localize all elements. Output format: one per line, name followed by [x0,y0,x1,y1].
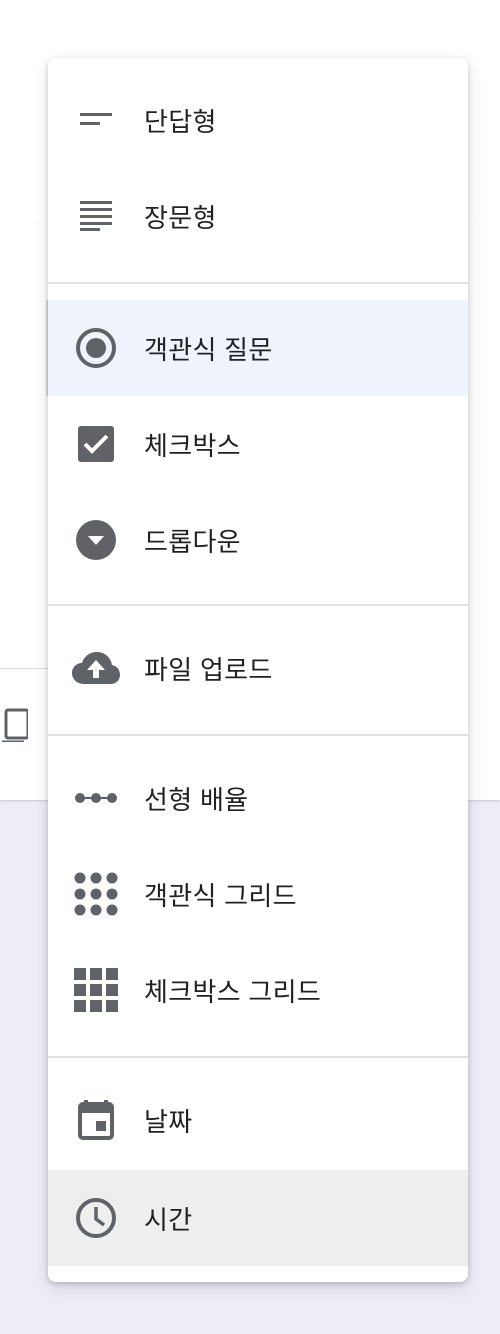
menu-item-label: 시간 [144,1204,193,1235]
menu-item-label: 선형 배율 [144,784,249,815]
menu-item-multiple-choice[interactable]: 객관식 질문 [48,300,468,396]
duplicate-icon[interactable] [2,708,30,744]
menu-item-date[interactable]: 날짜 [48,1072,468,1168]
menu-divider [48,604,468,606]
clock-icon [72,1194,120,1242]
menu-item-label: 체크박스 그리드 [144,976,322,1007]
menu-item-paragraph[interactable]: 장문형 [48,168,468,264]
checkbox-icon [72,420,120,468]
menu-item-label: 객관식 질문 [144,334,273,365]
menu-item-label: 파일 업로드 [144,654,273,685]
menu-item-label: 단답형 [144,106,217,137]
square-grid-icon [72,966,120,1014]
cloud-upload-icon [72,644,120,692]
paragraph-icon [72,192,120,240]
menu-divider [48,734,468,736]
linear-scale-icon [72,774,120,822]
menu-divider [48,282,468,284]
menu-item-linear-scale[interactable]: 선형 배율 [48,750,468,846]
radio-button-icon [72,324,120,372]
menu-item-label: 체크박스 [144,430,241,461]
menu-item-time[interactable]: 시간 [48,1170,468,1266]
menu-item-label: 장문형 [144,202,217,233]
menu-item-checkbox[interactable]: 체크박스 [48,396,468,492]
menu-item-short-answer[interactable]: 단답형 [48,72,468,168]
dropdown-icon [72,516,120,564]
short-answer-icon [72,96,120,144]
question-type-menu: 단답형 장문형 객관식 질문 체크박스 드롭다운 파일 업로드 선형 배율 객관… [48,58,468,1282]
menu-item-multiple-choice-grid[interactable]: 객관식 그리드 [48,846,468,942]
menu-item-dropdown[interactable]: 드롭다운 [48,492,468,588]
menu-item-label: 날짜 [144,1106,193,1137]
menu-item-label: 드롭다운 [144,526,241,557]
menu-divider [48,1056,468,1058]
menu-item-file-upload[interactable]: 파일 업로드 [48,620,468,716]
menu-item-checkbox-grid[interactable]: 체크박스 그리드 [48,942,468,1038]
menu-item-label: 객관식 그리드 [144,880,297,911]
dot-grid-icon [72,870,120,918]
calendar-icon [72,1096,120,1144]
